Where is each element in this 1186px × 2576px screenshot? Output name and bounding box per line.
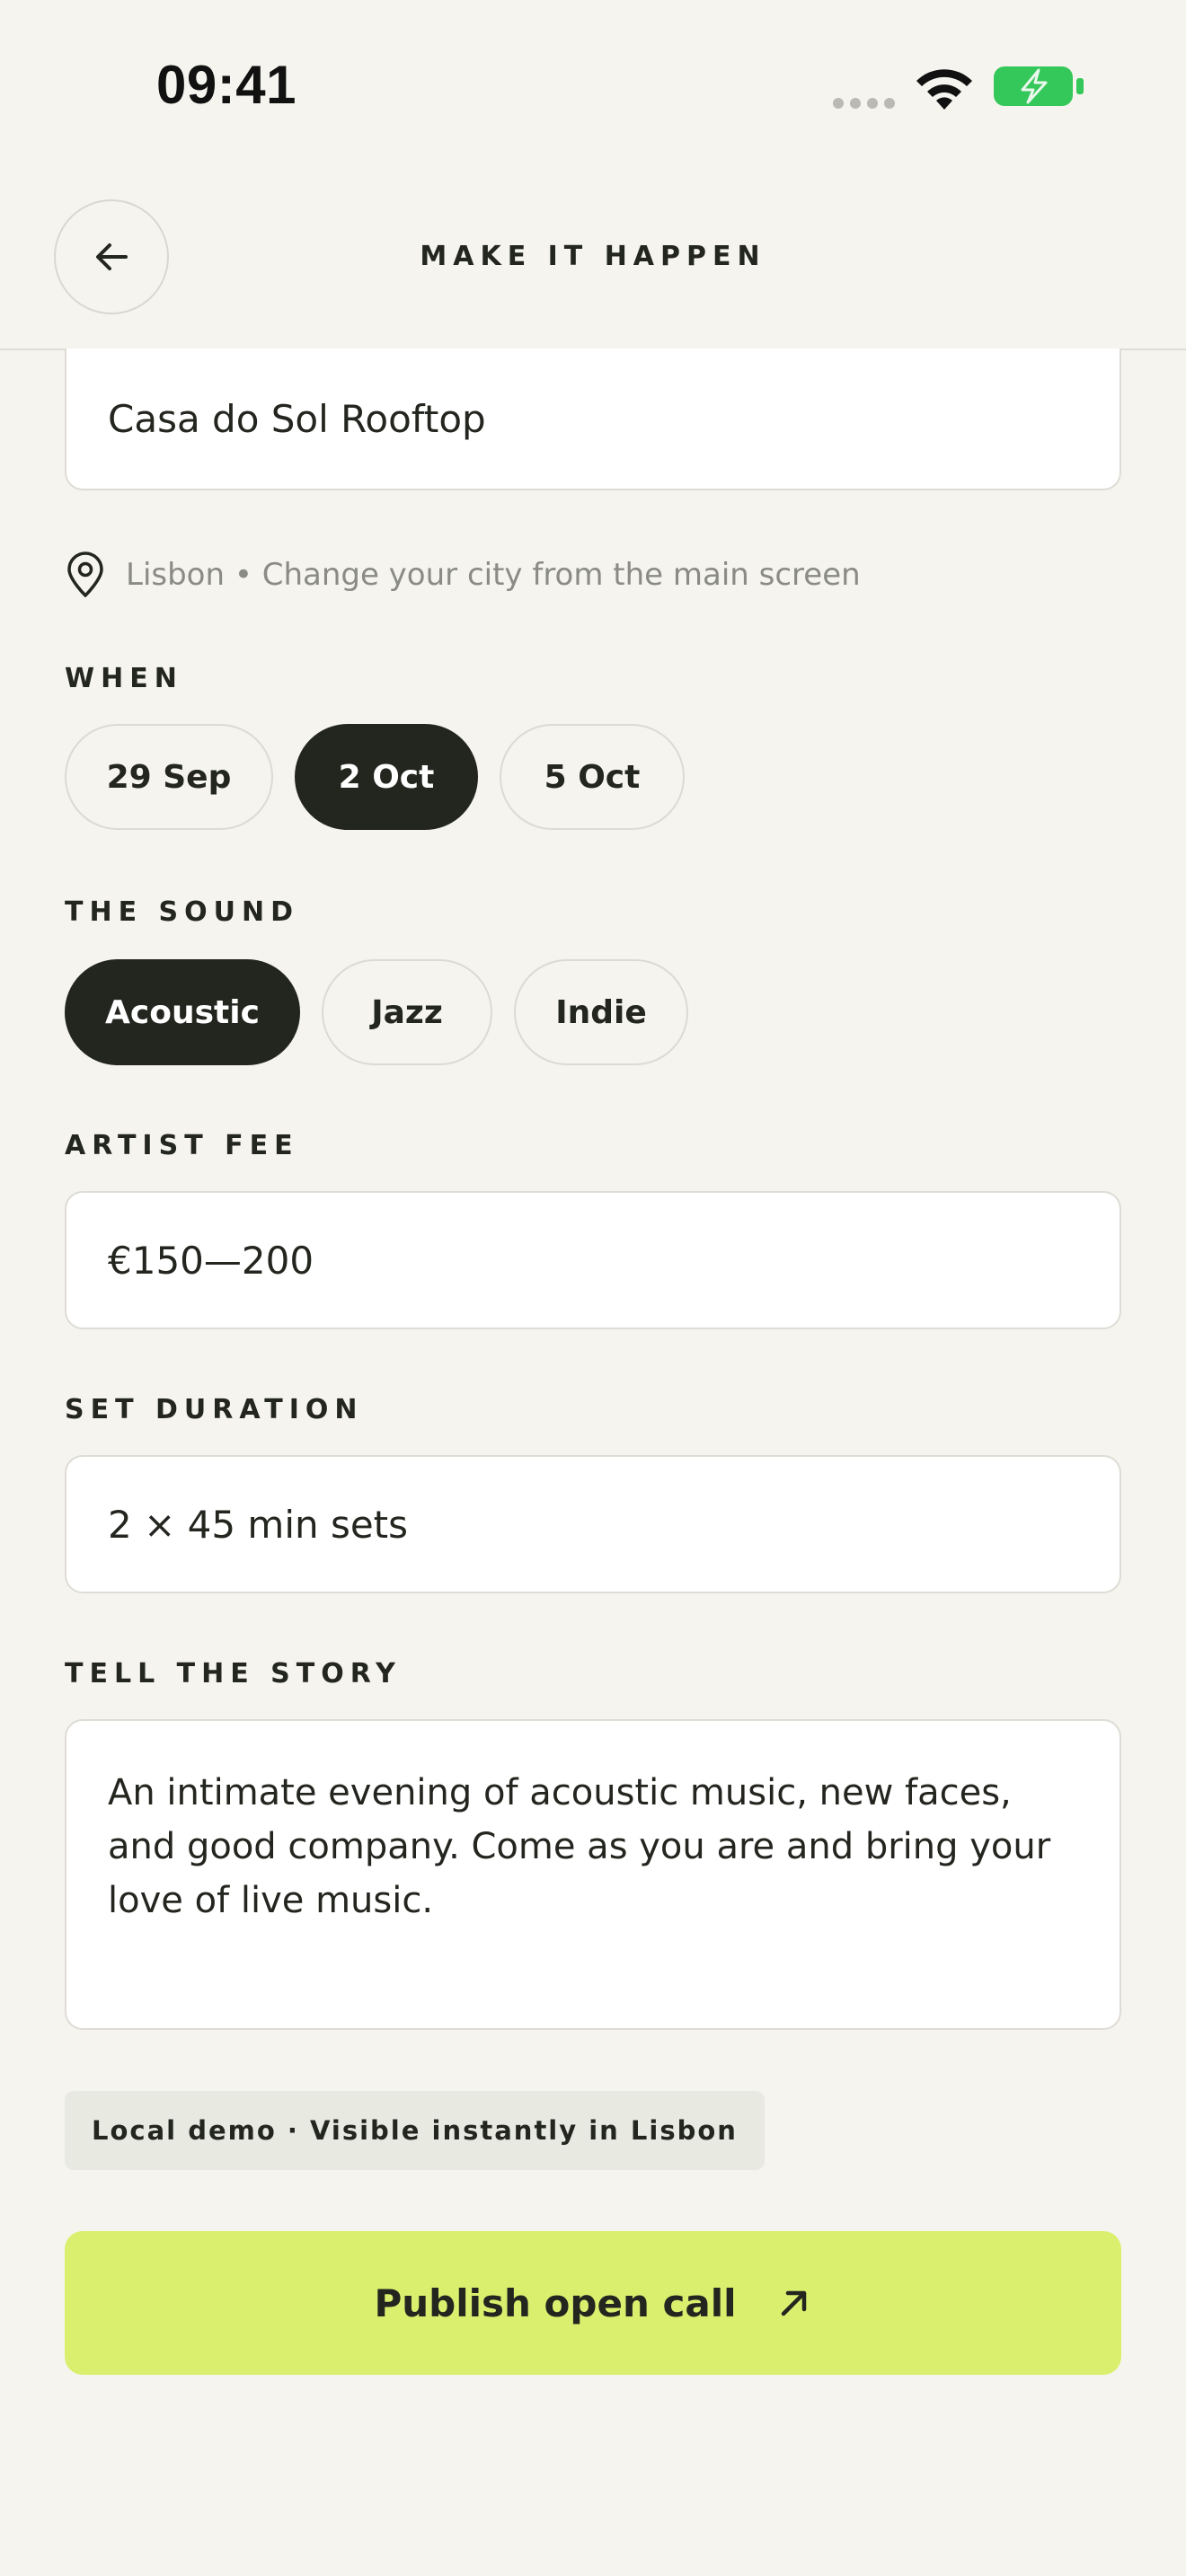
arrow-up-right-icon [781,2290,806,2316]
date-chip-2-oct[interactable]: 2 Oct [295,724,478,830]
chip-label: 29 Sep [106,758,232,796]
location-hint: Lisbon • Change your city from the main … [65,551,861,598]
venue-input[interactable]: Casa do Sol Rooftop [65,348,1121,490]
when-label: WHEN [65,663,183,694]
chip-label: Indie [555,993,647,1031]
story-label: TELL THE STORY [65,1658,402,1689]
story-textarea[interactable]: An intimate evening of acoustic music, n… [65,1719,1121,2030]
status-time: 09:41 [156,55,296,115]
set-duration-value: 2 × 45 min sets [108,1502,409,1547]
map-pin-icon [67,551,103,597]
publish-button-label: Publish open call [374,2280,737,2325]
sound-chip-jazz[interactable]: Jazz [322,959,492,1065]
date-chip-29-sep[interactable]: 29 Sep [65,724,273,830]
wifi-icon [916,69,972,110]
date-chip-5-oct[interactable]: 5 Oct [500,724,685,830]
chip-label: Acoustic [105,993,260,1031]
chip-label: Jazz [371,993,443,1031]
page-title: MAKE IT HAPPEN [420,241,766,272]
header: MAKE IT HAPPEN [0,171,1186,350]
artist-fee-input[interactable]: €150—200 [65,1191,1121,1329]
demo-badge: Local demo · Visible instantly in Lisbon [65,2091,765,2170]
venue-value: Casa do Sol Rooftop [108,396,486,441]
cellular-signal-icon [833,98,895,109]
sound-chip-acoustic[interactable]: Acoustic [65,959,300,1065]
publish-open-call-button[interactable]: Publish open call [65,2231,1121,2375]
location-hint-text: Lisbon • Change your city from the main … [126,557,861,593]
sound-label: THE SOUND [65,896,299,928]
artist-fee-value: €150—200 [108,1238,314,1283]
set-duration-label: SET DURATION [65,1394,364,1425]
set-duration-input[interactable]: 2 × 45 min sets [65,1455,1121,1593]
battery-charging-icon [994,66,1084,106]
story-value: An intimate evening of acoustic music, n… [108,1772,1051,1921]
sound-chip-indie[interactable]: Indie [514,959,688,1065]
chip-label: 5 Oct [544,758,641,796]
demo-badge-text: Local demo · Visible instantly in Lisbon [92,2115,738,2146]
artist-fee-label: ARTIST FEE [65,1130,299,1161]
status-bar: 09:41 [0,0,1186,171]
chip-label: 2 Oct [338,758,435,796]
